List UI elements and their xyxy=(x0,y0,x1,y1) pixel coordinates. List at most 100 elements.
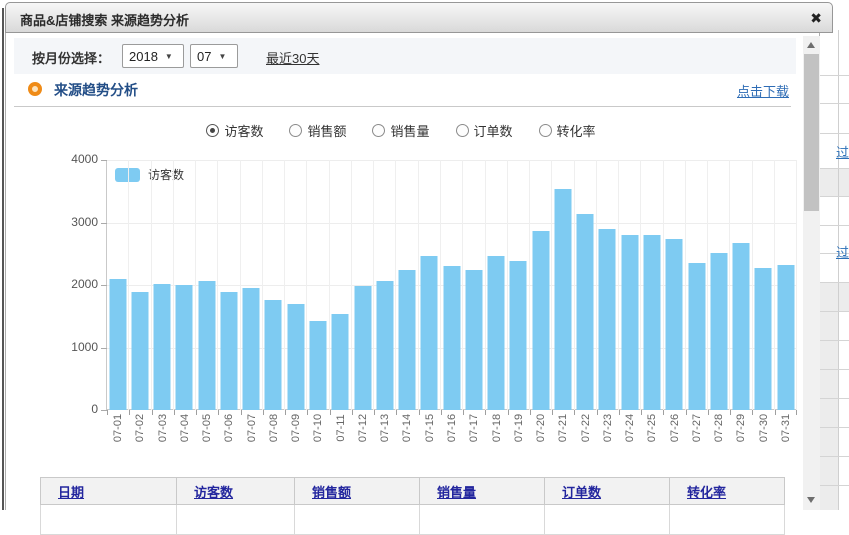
chart-slot xyxy=(419,160,441,410)
bar-07-28[interactable] xyxy=(710,253,727,411)
chart-slot xyxy=(463,160,485,410)
dialog-titlebar[interactable]: 商品&店铺搜索 来源趋势分析 ✖ xyxy=(5,2,833,33)
bar-07-18[interactable] xyxy=(488,256,505,410)
year-select[interactable]: 2018 ▼ xyxy=(122,44,184,68)
background-grid-line xyxy=(820,427,849,428)
radio-icon[interactable] xyxy=(289,124,302,137)
column-header-link[interactable]: 访客数 xyxy=(194,485,233,500)
bar-07-15[interactable] xyxy=(421,256,438,410)
x-axis-label: 07-29 xyxy=(735,408,747,448)
bar-07-19[interactable] xyxy=(510,261,527,410)
bar-07-10[interactable] xyxy=(310,321,327,410)
bar-07-01[interactable] xyxy=(109,279,126,410)
radio-selected-icon[interactable] xyxy=(206,124,219,137)
background-grid-line xyxy=(820,225,849,226)
bar-07-03[interactable] xyxy=(154,284,171,410)
x-axis-tick xyxy=(485,410,486,415)
column-header-link[interactable]: 订单数 xyxy=(562,485,601,500)
x-axis-label: 07-09 xyxy=(290,408,302,448)
x-axis-label: 07-26 xyxy=(669,408,681,448)
table-header-row: 日期 访客数 销售额 销售量 订单数 转化率 xyxy=(41,478,785,505)
bar-07-20[interactable] xyxy=(532,231,549,410)
window-edge-line xyxy=(2,8,4,510)
bar-07-17[interactable] xyxy=(465,270,482,410)
bar-07-04[interactable] xyxy=(176,285,193,410)
column-header-销售量[interactable]: 销售量 xyxy=(420,478,545,505)
vertical-scrollbar[interactable] xyxy=(803,36,820,510)
column-header-link[interactable]: 转化率 xyxy=(687,485,726,500)
bar-07-31[interactable] xyxy=(777,265,794,410)
x-axis-tick xyxy=(396,410,397,415)
column-header-日期[interactable]: 日期 xyxy=(41,478,177,505)
radio-icon[interactable] xyxy=(539,124,552,137)
bar-07-26[interactable] xyxy=(666,239,683,410)
scroll-down-icon xyxy=(807,497,815,503)
column-header-转化率[interactable]: 转化率 xyxy=(670,478,785,505)
metric-radio-转化率[interactable]: 转化率 xyxy=(539,121,596,140)
column-header-访客数[interactable]: 访客数 xyxy=(177,478,295,505)
bar-07-09[interactable] xyxy=(287,304,304,410)
column-header-link[interactable]: 销售额 xyxy=(312,485,351,500)
column-header-link[interactable]: 日期 xyxy=(58,485,84,500)
bar-07-13[interactable] xyxy=(376,281,393,410)
metric-radio-访客数[interactable]: 访客数 xyxy=(206,121,263,140)
x-axis-tick xyxy=(441,410,442,415)
column-header-销售额[interactable]: 销售额 xyxy=(295,478,420,505)
metric-radio-销售额[interactable]: 销售额 xyxy=(289,121,346,140)
dialog-title: 商品&店铺搜索 来源趋势分析 xyxy=(20,10,189,29)
background-grid-line xyxy=(820,196,849,197)
x-axis-label: 07-13 xyxy=(379,408,391,448)
bar-07-21[interactable] xyxy=(554,189,571,410)
column-header-link[interactable]: 销售量 xyxy=(437,485,476,500)
radio-icon[interactable] xyxy=(372,124,385,137)
bar-07-25[interactable] xyxy=(644,235,661,410)
background-partial-link[interactable]: 过 xyxy=(836,242,849,261)
x-axis-tick xyxy=(307,410,308,415)
bar-07-14[interactable] xyxy=(399,270,416,410)
scrollbar-thumb[interactable] xyxy=(804,54,819,211)
close-icon[interactable]: ✖ xyxy=(810,9,822,27)
chart-slot xyxy=(552,160,574,410)
x-axis-label: 07-16 xyxy=(446,408,458,448)
bar-07-11[interactable] xyxy=(332,314,349,410)
table-row xyxy=(41,505,785,535)
bar-07-08[interactable] xyxy=(265,300,282,410)
scroll-up-button[interactable] xyxy=(803,37,820,52)
bar-07-29[interactable] xyxy=(733,243,750,410)
table-cell xyxy=(420,505,545,535)
bar-07-16[interactable] xyxy=(443,266,460,410)
month-filter-label: 按月份选择： xyxy=(32,48,110,67)
x-axis-label: 07-11 xyxy=(335,408,347,448)
recent-30-days-link[interactable]: 最近30天 xyxy=(266,48,319,67)
x-axis-tick xyxy=(663,410,664,415)
bar-07-24[interactable] xyxy=(621,235,638,410)
x-axis-tick xyxy=(352,410,353,415)
y-axis-label: 2000 xyxy=(56,277,98,291)
bar-07-06[interactable] xyxy=(220,292,237,410)
bar-07-05[interactable] xyxy=(198,281,215,410)
download-link[interactable]: 点击下载 xyxy=(737,81,789,100)
metric-radio-销售量[interactable]: 销售量 xyxy=(372,121,429,140)
metric-radio-group: 访客数 销售额 销售量 订单数 转化率 xyxy=(6,121,796,140)
bar-07-02[interactable] xyxy=(131,292,148,410)
background-partial-link[interactable]: 过 xyxy=(836,142,849,161)
background-grid-line xyxy=(838,30,839,510)
radio-icon[interactable] xyxy=(456,124,469,137)
bar-07-27[interactable] xyxy=(688,263,705,410)
background-grid-line xyxy=(820,311,849,312)
table-cell xyxy=(41,505,177,535)
scroll-down-button[interactable] xyxy=(803,492,820,507)
chart-slot xyxy=(619,160,641,410)
bar-07-12[interactable] xyxy=(354,286,371,410)
column-header-订单数[interactable]: 订单数 xyxy=(545,478,670,505)
background-grid-line xyxy=(820,485,849,486)
bar-07-23[interactable] xyxy=(599,229,616,410)
metric-radio-订单数[interactable]: 订单数 xyxy=(456,121,513,140)
bar-07-07[interactable] xyxy=(243,288,260,410)
month-select[interactable]: 07 ▼ xyxy=(190,44,238,68)
bar-07-30[interactable] xyxy=(755,268,772,411)
x-axis-label: 07-20 xyxy=(535,408,547,448)
chart-slot xyxy=(396,160,418,410)
chart-slot xyxy=(285,160,307,410)
bar-07-22[interactable] xyxy=(577,214,594,410)
